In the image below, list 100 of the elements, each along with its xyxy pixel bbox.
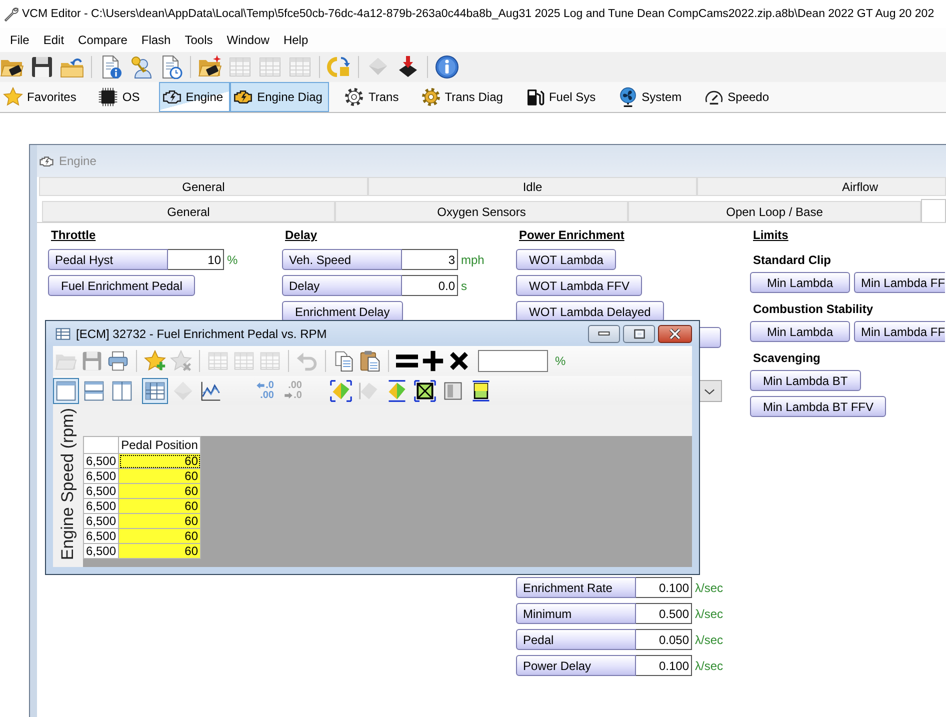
subheading: Combustion Stability [753,302,873,316]
table-cell[interactable]: 60 [118,544,201,558]
module-button[interactable]: System [614,82,689,112]
menu-item[interactable]: Help [276,31,316,49]
table-icon[interactable] [142,378,168,404]
subheading: Scavenging [753,351,820,365]
menu-item[interactable]: File [3,31,36,49]
info-icon[interactable] [435,55,459,79]
maximize-icon [634,328,644,338]
value-field[interactable]: 3 [402,249,458,270]
value-field[interactable]: 0.0 [402,275,458,296]
tab[interactable]: Oxygen Sensors [335,201,628,222]
table-cell[interactable]: 60 [118,468,201,484]
tab[interactable]: Idle [368,177,697,196]
table-cell[interactable]: 60 [118,454,201,468]
parameter-button[interactable]: Enrichment Delay [282,301,403,322]
unit-label: λ/sec [695,632,724,646]
minimize-button[interactable] [588,324,620,342]
row-header: 6,500 [84,454,119,468]
key-person-icon[interactable] [129,55,153,79]
value-field[interactable]: 0.100 [636,655,692,676]
folder-spark-icon[interactable] [198,55,222,79]
parameter-button[interactable]: WOT Lambda FFV [516,275,642,296]
star-plus-icon[interactable] [144,350,166,372]
row-header: 6,500 [84,528,119,544]
window-pane-icon[interactable] [53,378,79,404]
parameter-button[interactable]: Enrichment Rate [516,577,636,598]
engine-icon [39,154,54,168]
arrow-icon [256,382,265,389]
window-title: [ECM] 32732 - Fuel Enrichment Pedal vs. RPM [76,326,327,340]
table-icon [55,326,71,342]
module-button[interactable]: Trans Diag [418,82,510,112]
row-header: 6,500 [84,468,119,484]
multiply-icon[interactable] [448,350,470,372]
section-heading: Throttle [51,228,96,242]
unit-label: λ/sec [695,606,724,620]
header-cell [84,436,119,454]
star-icon [3,87,23,107]
unit-label: mph [461,252,484,266]
plus-icon[interactable] [422,350,444,372]
parameter-button[interactable]: WOT Lambda [516,249,616,270]
tab[interactable]: General [39,177,368,196]
axis-label: Engine Speed (rpm) [57,408,78,560]
table-cell[interactable]: 60 [118,514,201,528]
row-header: 6,500 [84,498,119,514]
parameter-button[interactable]: Power Delay [516,655,636,676]
tab[interactable]: Airflow [697,177,946,196]
maximize-button[interactable] [623,324,655,342]
curved-arrow-icon[interactable] [327,55,351,79]
value-field[interactable]: 0.100 [636,577,692,598]
close-button[interactable] [658,324,692,342]
section-heading: Limits [753,228,788,242]
menu-item[interactable]: Edit [36,31,72,49]
unit-label: λ/sec [695,580,724,594]
parameter-button[interactable]: Veh. Speed [282,249,402,270]
module-button[interactable]: Favorites [0,82,84,112]
module-button[interactable]: Engine Diag [230,82,330,112]
parameter-button[interactable]: Pedal [516,629,636,650]
module-button[interactable]: OS [95,82,147,112]
gear-icon [344,87,364,107]
row-header: 6,500 [84,514,119,528]
tab[interactable]: General [42,201,335,222]
wrench-icon [3,6,19,22]
x-box-icon[interactable] [412,378,438,404]
value-field[interactable]: 10 [168,249,224,270]
parameter-button[interactable]: Min Lambda FF [854,272,945,293]
value-field[interactable]: 0.500 [636,603,692,624]
parameter-button[interactable]: Delay [282,275,402,296]
parameter-button[interactable]: Minimum [516,603,636,624]
parameter-button[interactable]: Min Lambda BT [750,370,861,391]
window-title: VCM Editor - C:\Users\dean\AppData\Local\Temp\5fce50cb-76dc-4a12-879b-263a0c44ba8b_Aug31 2025 Log and Tune Dean CompCams2022.zip.a8b\Dean 2022 GT Aug 20 202 [22,8,934,20]
printer-icon[interactable] [107,350,129,372]
chip-icon [98,87,118,107]
arrow-icon [284,392,293,399]
window-title: Engine [59,154,96,168]
parameter-button[interactable]: Min Lambda [750,272,850,293]
menu-item[interactable]: Window [220,31,276,49]
parameter-button[interactable]: Min Lambda BT FFV [750,396,886,417]
copy-icon[interactable] [333,350,355,372]
close-icon [669,328,681,340]
two-tone-diamond-icon[interactable] [328,378,354,404]
table-cell[interactable]: 60 [118,484,201,498]
menu-item[interactable]: Tools [178,31,220,49]
parameter-button[interactable]: Pedal Hyst [48,249,168,270]
module-button[interactable]: Fuel Sys [522,82,603,112]
value-field[interactable] [478,350,548,372]
value-field[interactable]: 0.050 [636,629,692,650]
parameter-button[interactable]: Fuel Enrichment Pedal [48,275,196,296]
table-cell[interactable]: 60 [118,528,201,544]
module-button[interactable]: Speedo [700,82,776,112]
menu-item[interactable]: Flash [134,31,178,49]
tab[interactable]: Open Loop / Base [628,201,921,222]
parameter-button[interactable]: Min Lambda [750,321,850,342]
parameter-button[interactable]: Min Lambda FF [854,321,945,342]
menu-item[interactable]: Compare [71,31,134,49]
module-button[interactable]: Engine [158,82,230,112]
module-button[interactable]: Trans [341,82,406,112]
table-cell[interactable]: 60 [118,498,201,514]
parameter-button[interactable]: WOT Lambda Delayed [516,301,664,322]
clipboard-icon[interactable] [359,350,381,372]
